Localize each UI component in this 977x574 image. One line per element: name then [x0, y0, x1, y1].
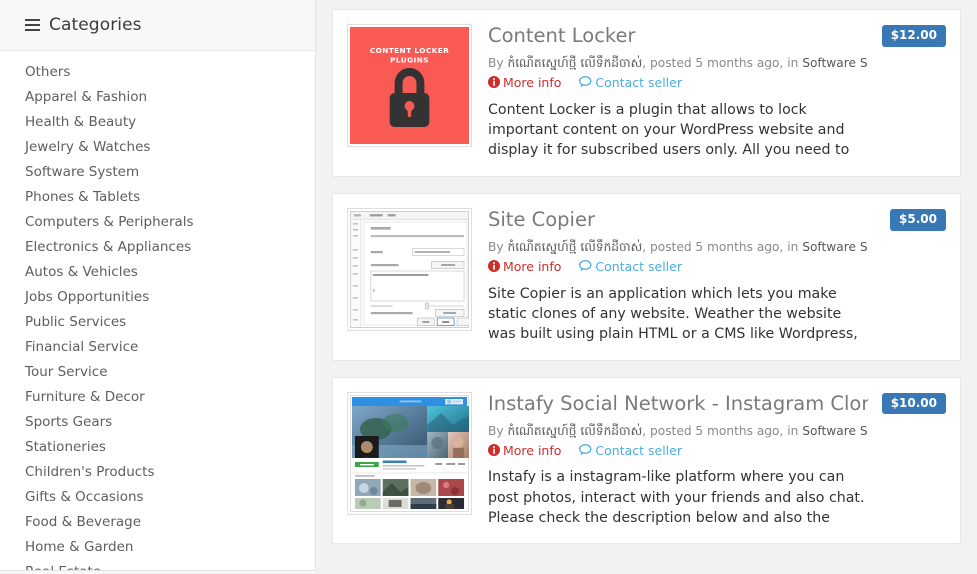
price-badge: $5.00	[890, 208, 946, 231]
listing-category-link[interactable]: Software System	[802, 56, 868, 70]
sidebar-item-home-garden[interactable]: Home & Garden	[0, 535, 315, 560]
more-info-button[interactable]: More info	[488, 258, 561, 278]
by-label: By	[488, 424, 504, 438]
listing-details: Instafy Social Network - Instagram Clone…	[488, 392, 946, 530]
sidebar-item-tour-service[interactable]: Tour Service	[0, 360, 315, 385]
sidebar-item-others[interactable]: Others	[0, 60, 315, 85]
listing-author[interactable]: កំណើតស្នេហ៍ថ្មី លើទឹកដីចាស់	[507, 56, 642, 70]
comment-icon	[579, 443, 592, 462]
sidebar-item-financial-service[interactable]: Financial Service	[0, 335, 315, 360]
listing-thumbnail[interactable]	[347, 207, 472, 331]
by-label: By	[488, 240, 504, 255]
listing-card[interactable]: Site Copier $5.00 By កំណើតស្នេហ៍ថ្មី លើទ…	[332, 192, 961, 361]
category-list: Others Apparel & Fashion Health & Beauty…	[0, 51, 315, 570]
listing-card[interactable]: Instafy Social Network - Instagram Clone…	[332, 376, 961, 545]
more-info-label: More info	[503, 258, 562, 274]
listing-description: Instafy is a instagram-like platform whe…	[488, 469, 865, 526]
listing-actions: More info Contact seller	[488, 74, 868, 94]
listing-description: Content Locker is a plugin that allows t…	[488, 101, 850, 159]
comment-icon	[579, 259, 592, 278]
sidebar-item-phones-tablets[interactable]: Phones & Tablets	[0, 185, 315, 210]
listing-thumbnail[interactable]	[347, 391, 472, 515]
contact-seller-label: Contact seller	[595, 258, 682, 274]
site-copier-screenshot-image	[350, 210, 469, 328]
categories-panel: Categories Others Apparel & Fashion Heal…	[0, 0, 316, 571]
posted-text: , posted 5 months ago, in	[642, 56, 803, 71]
listing-title[interactable]: Content Locker	[488, 24, 868, 48]
sidebar-item-public-services[interactable]: Public Services	[0, 310, 315, 335]
listing-byline: By កំណើតស្នេហ៍ថ្មី លើទឹកដីចាស់, posted 5…	[488, 55, 868, 73]
sidebar-item-real-estate[interactable]: Real Estate	[0, 560, 315, 570]
info-circle-icon	[488, 259, 500, 278]
sidebar-item-electronics-appliances[interactable]: Electronics & Appliances	[0, 235, 315, 260]
sidebar: Categories Others Apparel & Fashion Heal…	[0, 0, 316, 574]
listing-description: Site Copier is an application which lets…	[488, 285, 858, 342]
listing-category-link[interactable]: Software System	[802, 424, 868, 438]
instafy-screenshot-image	[350, 394, 469, 512]
contact-seller-label: Contact seller	[595, 75, 682, 91]
sidebar-item-software-system[interactable]: Software System	[0, 160, 315, 185]
listing-byline: By កំណើតស្នេហ៍ថ្មី លើទឹកដីចាស់, posted 5…	[488, 423, 868, 441]
sidebar-item-health-beauty[interactable]: Health & Beauty	[0, 110, 315, 135]
price-badge: $10.00	[881, 392, 946, 415]
contact-seller-button[interactable]: Contact seller	[579, 258, 682, 278]
info-circle-icon	[488, 443, 500, 462]
more-info-button[interactable]: More info	[488, 442, 561, 462]
listing-title[interactable]: Site Copier	[488, 208, 868, 232]
categories-header: Categories	[0, 0, 315, 51]
sidebar-item-jewelry-watches[interactable]: Jewelry & Watches	[0, 135, 315, 160]
sidebar-item-computers-peripherals[interactable]: Computers & Peripherals	[0, 210, 315, 235]
listing-card[interactable]: CONTENT LOCKER PLUGINS Content Locker $1…	[332, 9, 961, 177]
sidebar-item-apparel-fashion[interactable]: Apparel & Fashion	[0, 85, 315, 110]
listing-byline: By កំណើតស្នេហ៍ថ្មី លើទឹកដីចាស់, posted 5…	[488, 239, 868, 257]
hamburger-icon	[25, 18, 40, 31]
more-info-button[interactable]: More info	[488, 74, 561, 94]
listing-actions: More info Contact seller	[488, 442, 868, 462]
info-circle-icon	[488, 75, 500, 94]
sidebar-item-jobs-opportunities[interactable]: Jobs Opportunities	[0, 285, 315, 310]
sidebar-title: Categories	[49, 14, 142, 35]
sidebar-item-furniture-decor[interactable]: Furniture & Decor	[0, 385, 315, 410]
sidebar-item-childrens-products[interactable]: Children's Products	[0, 460, 315, 485]
contact-seller-button[interactable]: Contact seller	[579, 74, 682, 94]
more-info-label: More info	[503, 75, 562, 91]
content-locker-cover-image: CONTENT LOCKER PLUGINS	[350, 27, 469, 144]
svg-text:CONTENT LOCKER: CONTENT LOCKER	[370, 46, 449, 55]
posted-text: , posted 5 months ago, in	[642, 424, 803, 438]
by-label: By	[488, 56, 504, 71]
listing-details: Content Locker $12.00 By កំណើតស្នេហ៍ថ្មី…	[488, 24, 946, 162]
listing-details: Site Copier $5.00 By កំណើតស្នេហ៍ថ្មី លើទ…	[488, 208, 946, 346]
listing-title[interactable]: Instafy Social Network - Instagram Clone	[488, 392, 868, 416]
price-badge: $12.00	[881, 25, 946, 47]
sidebar-item-food-beverage[interactable]: Food & Beverage	[0, 510, 315, 535]
comment-icon	[579, 75, 592, 94]
sidebar-item-autos-vehicles[interactable]: Autos & Vehicles	[0, 260, 315, 285]
sidebar-item-stationeries[interactable]: Stationeries	[0, 435, 315, 460]
catalog-page: Categories Others Apparel & Fashion Heal…	[0, 0, 977, 574]
svg-text:PLUGINS: PLUGINS	[390, 55, 429, 64]
listing-thumbnail[interactable]: CONTENT LOCKER PLUGINS	[347, 24, 472, 147]
more-info-label: More info	[503, 442, 562, 458]
contact-seller-button[interactable]: Contact seller	[579, 442, 682, 462]
sidebar-item-sports-gears[interactable]: Sports Gears	[0, 410, 315, 435]
listing-actions: More info Contact seller	[488, 258, 868, 278]
contact-seller-label: Contact seller	[595, 442, 682, 458]
sidebar-item-gifts-occasions[interactable]: Gifts & Occasions	[0, 485, 315, 510]
listing-author[interactable]: កំណើតស្នេហ៍ថ្មី លើទឹកដីចាស់	[507, 424, 642, 438]
listing-category-link[interactable]: Software System	[802, 240, 868, 254]
listing-results: CONTENT LOCKER PLUGINS Content Locker $1…	[316, 0, 977, 574]
posted-text: , posted 5 months ago, in	[642, 240, 803, 255]
listing-author[interactable]: កំណើតស្នេហ៍ថ្មី លើទឹកដីចាស់	[507, 240, 642, 254]
